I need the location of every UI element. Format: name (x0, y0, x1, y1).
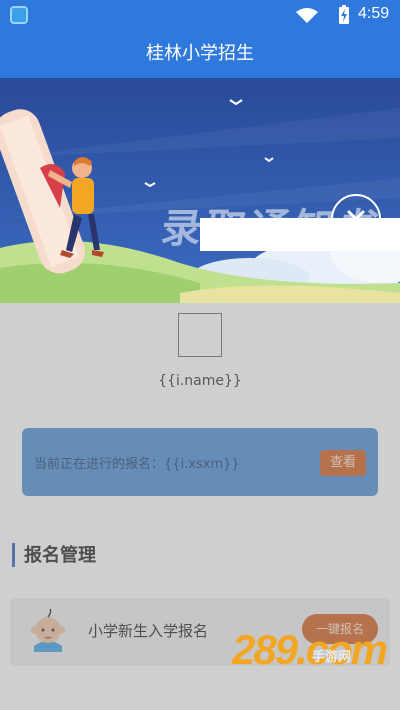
wifi-icon (296, 8, 318, 23)
app-notification-icon (10, 6, 28, 24)
site-watermark: 289.com 手游网 (232, 626, 388, 700)
close-icon (347, 210, 365, 228)
watermark-logo: 289.com (232, 626, 388, 673)
status-bar: 4:59 (0, 0, 400, 30)
admission-banner: 录取通知书 (0, 78, 400, 303)
watermark-subtitle: 手游网 (312, 650, 352, 665)
page-title: 桂林小学招生 (146, 43, 254, 64)
title-bar: 桂林小学招生 (0, 30, 400, 78)
close-button[interactable] (331, 194, 381, 244)
banner-illustration (0, 78, 400, 303)
status-time: 4:59 (358, 5, 390, 22)
battery-icon (339, 5, 349, 24)
